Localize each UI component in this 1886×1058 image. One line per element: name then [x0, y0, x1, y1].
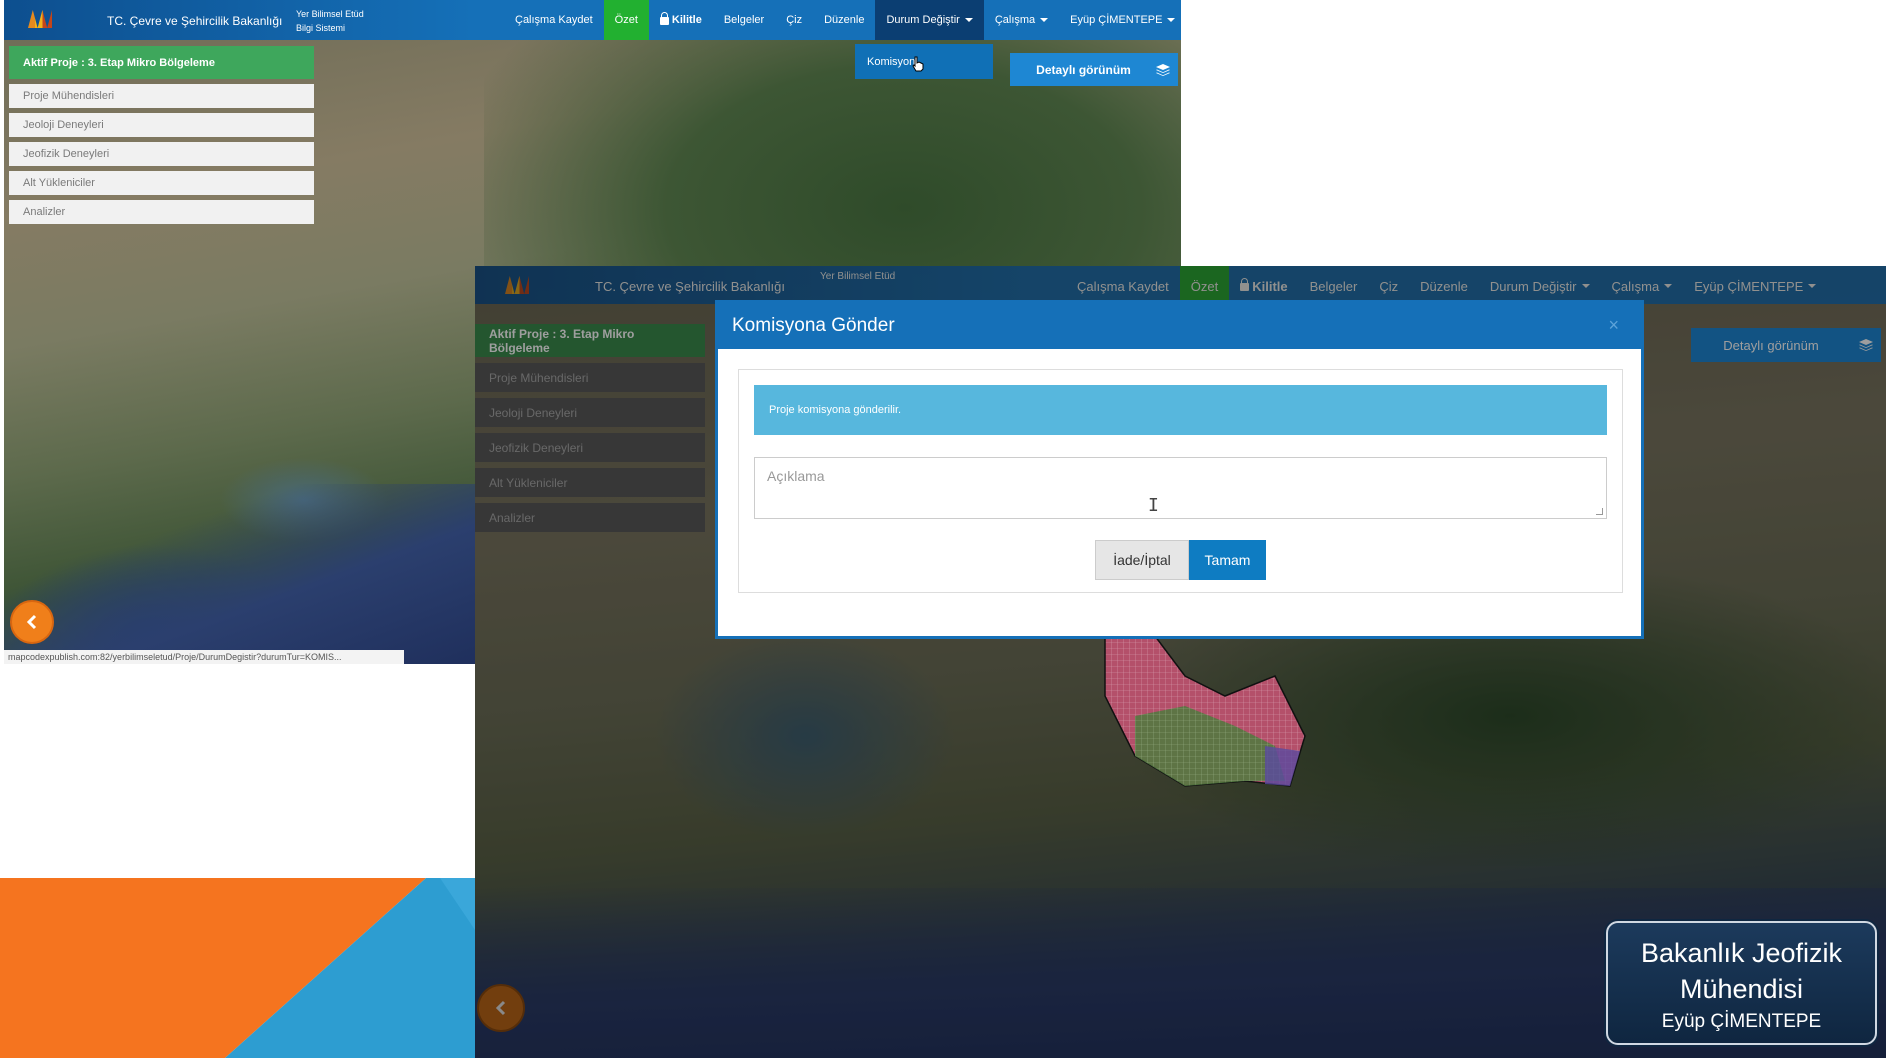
subbrand-line2: Bilgi Sistemi	[296, 23, 346, 33]
modal-body: Proje komisyona gönderilir. Açıklama I İ…	[738, 369, 1623, 593]
sidebar-item-subcontractors[interactable]: Alt Yükleniciler	[9, 171, 314, 195]
nav-lock-label: Kilitle	[671, 14, 702, 26]
nav-menu: Çalışma Kaydet Özet Kilitle Belgeler Çiz…	[504, 0, 1181, 40]
nav-draw-label: Çiz	[786, 14, 803, 26]
sidebar-item-label: Analizler	[23, 206, 66, 218]
back-button[interactable]	[10, 600, 54, 644]
nav-lock[interactable]: Kilitle	[649, 0, 713, 40]
close-icon[interactable]: ×	[1608, 315, 1619, 336]
dropdown-item-komisyon[interactable]: Komisyon	[867, 56, 915, 68]
description-placeholder: Açıklama	[767, 468, 825, 484]
sidebar-item-engineers[interactable]: Proje Mühendisleri	[9, 84, 314, 108]
sidebar-item-geology-tests[interactable]: Jeoloji Deneyleri	[9, 113, 314, 137]
lock-icon	[659, 12, 669, 25]
nav-summary-label: Özet	[614, 14, 638, 26]
nav-user-label: Eyüp ÇİMENTEPE	[1070, 14, 1163, 26]
layers-icon	[1156, 63, 1170, 76]
modal-header: Komisyona Gönder ×	[718, 303, 1641, 349]
detail-view-label: Detaylı görünüm	[1036, 62, 1131, 77]
sidebar-item-label: Alt Yükleniciler	[23, 177, 95, 189]
top-navbar: TC. Çevre ve Şehircilik Bakanlığı Yer Bi…	[4, 0, 1181, 40]
nav-change-status-label: Durum Değiştir	[886, 14, 960, 26]
send-to-commission-modal: Komisyona Gönder × Proje komisyona gönde…	[715, 300, 1644, 639]
hand-cursor-icon	[912, 56, 924, 72]
caption-line1: Bakanlık Jeofizik	[1640, 938, 1843, 968]
nav-user[interactable]: Eyüp ÇİMENTEPE	[1059, 0, 1181, 40]
caret-down-icon	[1040, 18, 1049, 22]
sidebar-item-label: Jeofizik Deneyleri	[23, 148, 110, 160]
browser-status-url: mapcodexpublish.com:82/yerbilimseletud/P…	[4, 650, 404, 664]
info-alert: Proje komisyona gönderilir.	[754, 385, 1607, 435]
modal-title: Komisyona Gönder	[732, 315, 895, 336]
text-cursor-icon: I	[1148, 495, 1159, 516]
nav-work[interactable]: Çalışma	[984, 0, 1059, 40]
sidebar-item-geophysics-tests[interactable]: Jeofizik Deneyleri	[9, 142, 314, 166]
ok-button[interactable]: Tamam	[1189, 540, 1266, 580]
sidebar-item-label: Proje Mühendisleri	[23, 90, 115, 102]
subbrand-line1: Yer Bilimsel Etüd	[296, 9, 364, 19]
return-cancel-button[interactable]: İade/İptal	[1095, 540, 1189, 580]
nav-documents[interactable]: Belgeler	[713, 0, 775, 40]
caption-line3: Eyüp ÇİMENTEPE	[1661, 1011, 1822, 1032]
project-area-overlay[interactable]	[1075, 636, 1375, 826]
nav-summary[interactable]: Özet	[603, 0, 649, 40]
nav-edit[interactable]: Düzenle	[813, 0, 875, 40]
description-textarea[interactable]: Açıklama I	[754, 457, 1607, 519]
active-project-banner[interactable]: Aktif Proje : 3. Etap Mikro Bölgeleme	[9, 46, 314, 79]
return-cancel-label: İade/İptal	[1113, 552, 1171, 568]
nav-save-work[interactable]: Çalışma Kaydet	[504, 0, 604, 40]
caret-down-icon	[964, 18, 973, 22]
detail-view-button[interactable]: Detaylı görünüm	[1010, 53, 1157, 86]
nav-save-work-label: Çalışma Kaydet	[515, 14, 593, 26]
layers-button[interactable]	[1148, 53, 1178, 86]
nav-change-status[interactable]: Durum Değiştir	[875, 0, 984, 40]
project-sidebar: Aktif Proje : 3. Etap Mikro Bölgeleme Pr…	[9, 46, 314, 224]
nav-draw[interactable]: Çiz	[775, 0, 813, 40]
sidebar-item-analyses[interactable]: Analizler	[9, 200, 314, 224]
nav-edit-label: Düzenle	[824, 14, 865, 26]
chevron-left-icon	[26, 614, 37, 630]
nav-documents-label: Belgeler	[723, 14, 765, 26]
ok-label: Tamam	[1204, 552, 1251, 568]
nav-work-label: Çalışma	[994, 14, 1036, 26]
brand-subtitle: Yer Bilimsel Etüd Bilgi Sistemi	[296, 7, 364, 35]
caption-line2: Mühendisi	[1679, 974, 1804, 1004]
caret-down-icon	[1167, 18, 1176, 22]
ministry-logo[interactable]	[28, 10, 52, 28]
brand-title: TC. Çevre ve Şehircilik Bakanlığı	[107, 14, 283, 28]
presenter-caption: Bakanlık Jeofizik Mühendisi Eyüp ÇİMENTE…	[1606, 921, 1877, 1045]
sidebar-item-label: Jeoloji Deneyleri	[23, 119, 104, 131]
